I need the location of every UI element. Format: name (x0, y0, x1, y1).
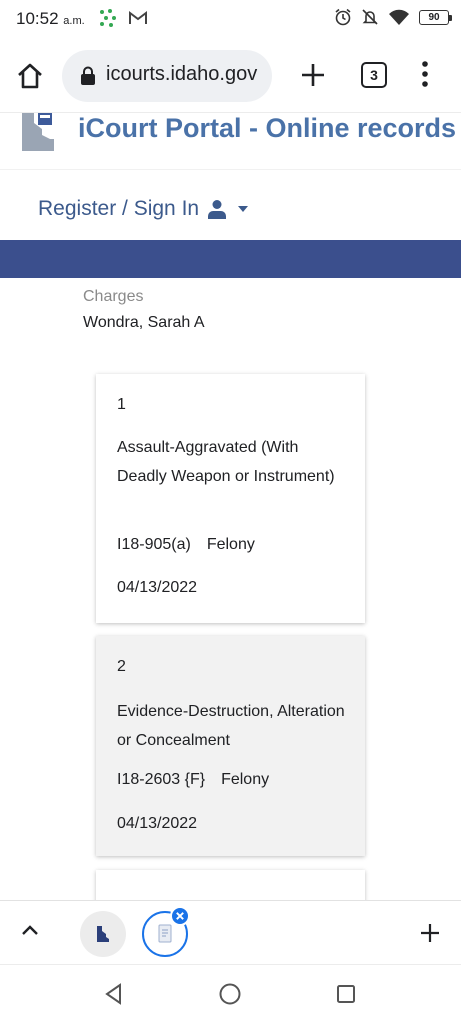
recent-apps-icon[interactable] (335, 983, 357, 1005)
back-icon[interactable] (104, 983, 124, 1005)
gmail-icon (129, 11, 147, 24)
charge-description: Assault-Aggravated (With Deadly Weapon o… (117, 439, 335, 485)
status-time-value: 10:52 (16, 9, 59, 28)
status-right-icons: 90 (334, 8, 452, 26)
register-signin-menu[interactable]: Register / Sign In (38, 197, 249, 221)
charge-date: 04/13/2022 (117, 815, 198, 832)
caret-down-icon (238, 206, 249, 212)
idaho-favicon-icon (97, 926, 109, 942)
charge-number: 1 (117, 396, 126, 413)
charge-statute: I18-2603 {F} (117, 771, 206, 788)
idaho-logo-icon[interactable] (20, 113, 56, 153)
charge-date: 04/13/2022 (117, 579, 198, 596)
home-icon[interactable] (14, 60, 46, 92)
add-tab-icon[interactable] (420, 923, 440, 943)
tab-count: 3 (370, 67, 378, 83)
charge-card[interactable]: 2 Evidence-Destruction, Alteration or Co… (96, 636, 365, 856)
signin-label: Register / Sign In (38, 197, 200, 220)
charges-label: Charges (83, 288, 144, 305)
charge-severity: Felony (206, 536, 255, 553)
battery-icon: 90 (419, 9, 452, 25)
document-favicon-icon (158, 924, 172, 943)
address-bar[interactable]: icourts.idaho.gov (62, 50, 272, 102)
url-text: icourts.idaho.gov (106, 63, 258, 85)
charge-statute: I18-905(a) (117, 536, 191, 553)
nav-band (0, 240, 461, 278)
charge-description: Evidence-Destruction, Alteration or Conc… (117, 703, 345, 749)
header-divider (0, 169, 461, 170)
charge-code-row: I18-2603 {F} Felony (117, 771, 269, 789)
charge-number: 2 (117, 658, 126, 675)
chevron-up-icon[interactable] (20, 923, 40, 937)
charge-code-row: I18-905(a) Felony (117, 536, 255, 554)
alarm-icon (335, 8, 351, 26)
home-nav-icon[interactable] (218, 982, 242, 1006)
user-icon (208, 200, 227, 219)
app-dots-icon (100, 9, 116, 27)
close-tab-icon[interactable] (170, 906, 190, 926)
status-bar: 10:52 a.m. 90 (0, 0, 461, 40)
defendant-name: Wondra, Sarah A (83, 314, 205, 331)
android-nav-bar (0, 964, 461, 1024)
page-header: iCourt Portal - Online records Register … (0, 112, 461, 240)
lock-icon (81, 66, 95, 85)
new-tab-icon[interactable] (298, 60, 328, 90)
status-ampm: a.m. (63, 15, 85, 27)
wifi-icon (389, 9, 409, 25)
tab-switcher-button[interactable]: 3 (361, 62, 387, 88)
charge-severity: Felony (221, 771, 270, 788)
more-menu-icon[interactable] (416, 58, 434, 90)
tab-thumbnail-idaho[interactable] (80, 911, 126, 957)
charge-card[interactable]: 1 Assault-Aggravated (With Deadly Weapon… (96, 374, 365, 623)
status-left-icons (98, 8, 148, 28)
charge-card[interactable] (96, 870, 365, 900)
browser-toolbar: icourts.idaho.gov 3 (0, 40, 461, 112)
bottom-tab-strip (0, 900, 461, 964)
mute-icon (362, 9, 378, 25)
portal-title[interactable]: iCourt Portal - Online records (78, 113, 456, 144)
page-content: Charges Wondra, Sarah A 1 Assault-Aggrav… (0, 278, 461, 900)
status-time: 10:52 a.m. (16, 9, 85, 29)
